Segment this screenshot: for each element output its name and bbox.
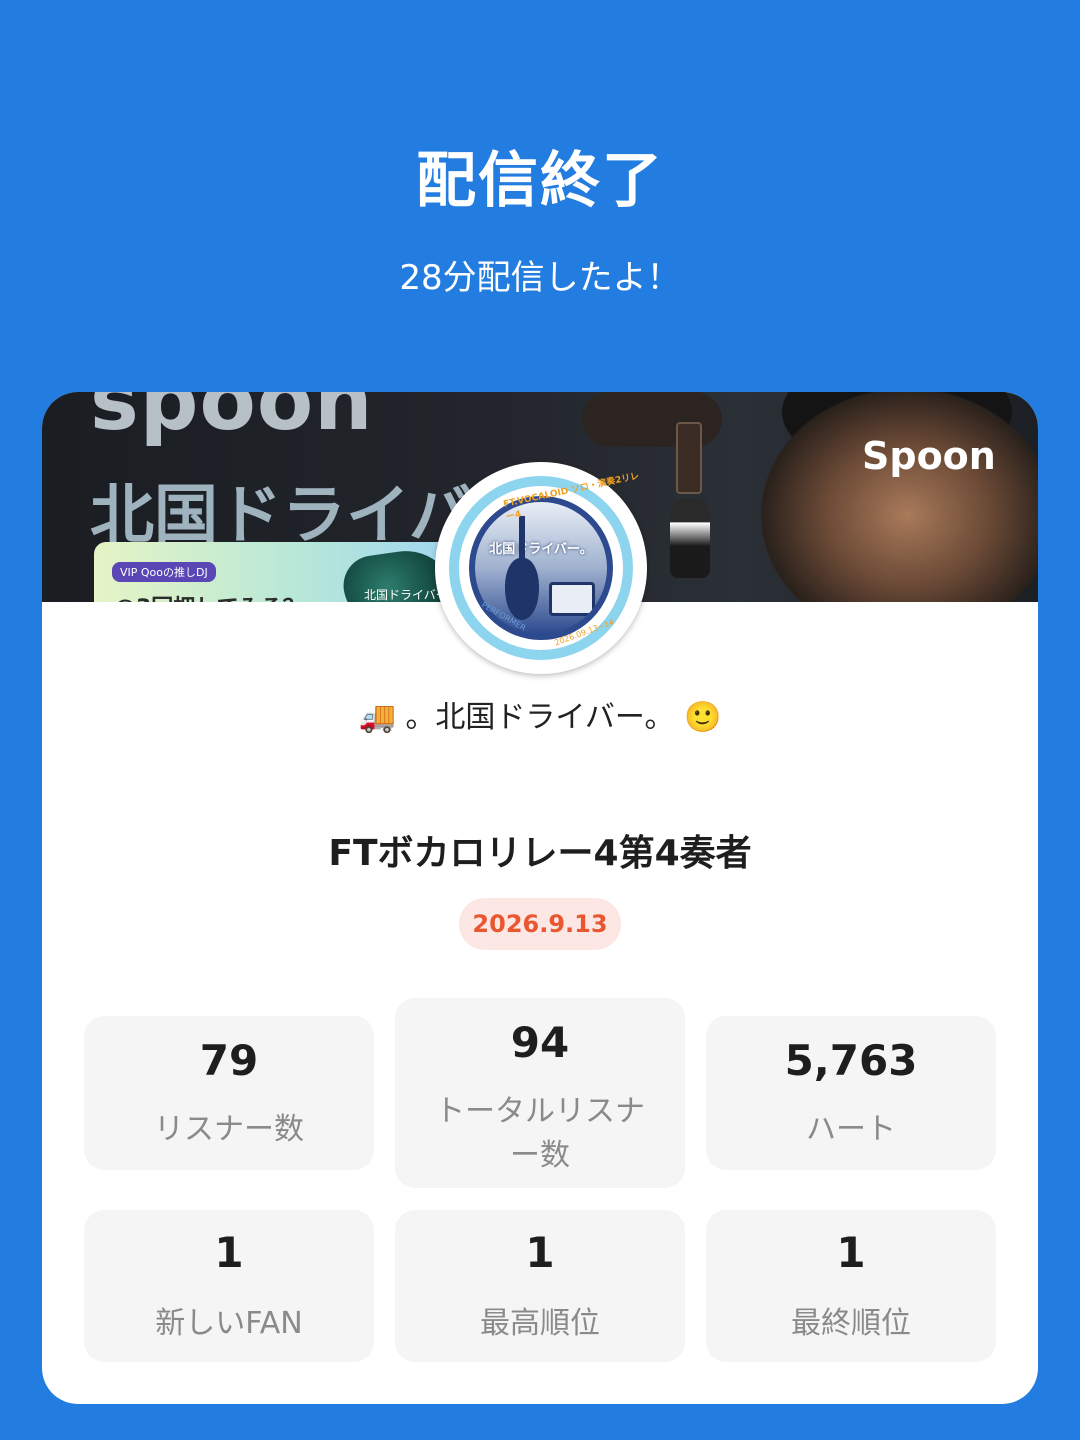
stat-value: 1 xyxy=(525,1228,555,1277)
stat-value: 79 xyxy=(199,1036,259,1085)
summary-card: spoon 北国ドライバ VIP Qooの推しDJ @3回押してみる？ 北国ドラ… xyxy=(42,392,1038,1404)
avatar[interactable]: 北国ドライバー。 FT.VOCALOID ソロ・演奏2リレー4 2026.09.… xyxy=(435,462,647,674)
stat-label: リスナー数 xyxy=(154,1112,304,1147)
stat-value: 1 xyxy=(214,1228,244,1277)
truck-emoji-icon: 🚚 xyxy=(358,700,396,735)
live-title: FTボカロリレー4第4奏者 xyxy=(328,833,752,874)
spoon-logo: Spoon xyxy=(862,434,996,478)
stat-label: 最終順位 xyxy=(791,1306,911,1341)
page-title: 配信終了 xyxy=(416,146,664,216)
stat-label: トータルリスナー数 xyxy=(435,1094,645,1173)
duration-subtitle: 28分配信したよ！ xyxy=(399,258,681,298)
guitar-icon xyxy=(505,558,539,620)
promo-text: @3回押してみる？ xyxy=(114,590,305,602)
stat-value: 5,763 xyxy=(784,1036,918,1085)
stat-best-rank: 1 最高順位 xyxy=(395,1210,685,1362)
stat-label: 最高順位 xyxy=(480,1306,600,1341)
stat-value: 1 xyxy=(836,1228,866,1277)
stat-total-listeners: 94 トータルリスナー数 xyxy=(395,998,685,1188)
stat-final-rank: 1 最終順位 xyxy=(706,1210,996,1362)
stat-value: 94 xyxy=(510,1018,570,1067)
dj-name-text: 。北国ドライバー。 xyxy=(405,700,675,735)
live-ended-screen: 配信終了 28分配信したよ！ spoon 北国ドライバ VIP Qooの推しDJ… xyxy=(0,0,1080,1440)
stat-listeners: 79 リスナー数 xyxy=(84,1016,374,1170)
stat-label: 新しいFAN xyxy=(155,1306,303,1341)
smile-emoji-icon: 🙂 xyxy=(684,700,722,735)
stat-hearts: 5,763 ハート xyxy=(706,1016,996,1170)
avatar-title: 北国ドライバー。 xyxy=(489,542,593,557)
promo-badge: VIP Qooの推しDJ xyxy=(112,562,216,582)
keychain-illustration xyxy=(676,422,702,494)
truck-icon xyxy=(549,582,595,616)
promo-card: VIP Qooの推しDJ @3回押してみる？ 北国ドライバー xyxy=(94,542,459,602)
date-badge: 2026.9.13 xyxy=(459,898,621,950)
dj-name: 🚚 。北国ドライバー。 🙂 xyxy=(42,692,1038,736)
figure-illustration xyxy=(670,498,710,578)
stat-label: ハート xyxy=(806,1112,896,1147)
avatar-image: 北国ドライバー。 xyxy=(469,496,613,640)
man-illustration xyxy=(742,392,1038,602)
stat-new-fans: 1 新しいFAN xyxy=(84,1210,374,1362)
banner-background-word: spoon xyxy=(90,392,374,449)
promo-gem-label: 北国ドライバー xyxy=(364,588,448,602)
